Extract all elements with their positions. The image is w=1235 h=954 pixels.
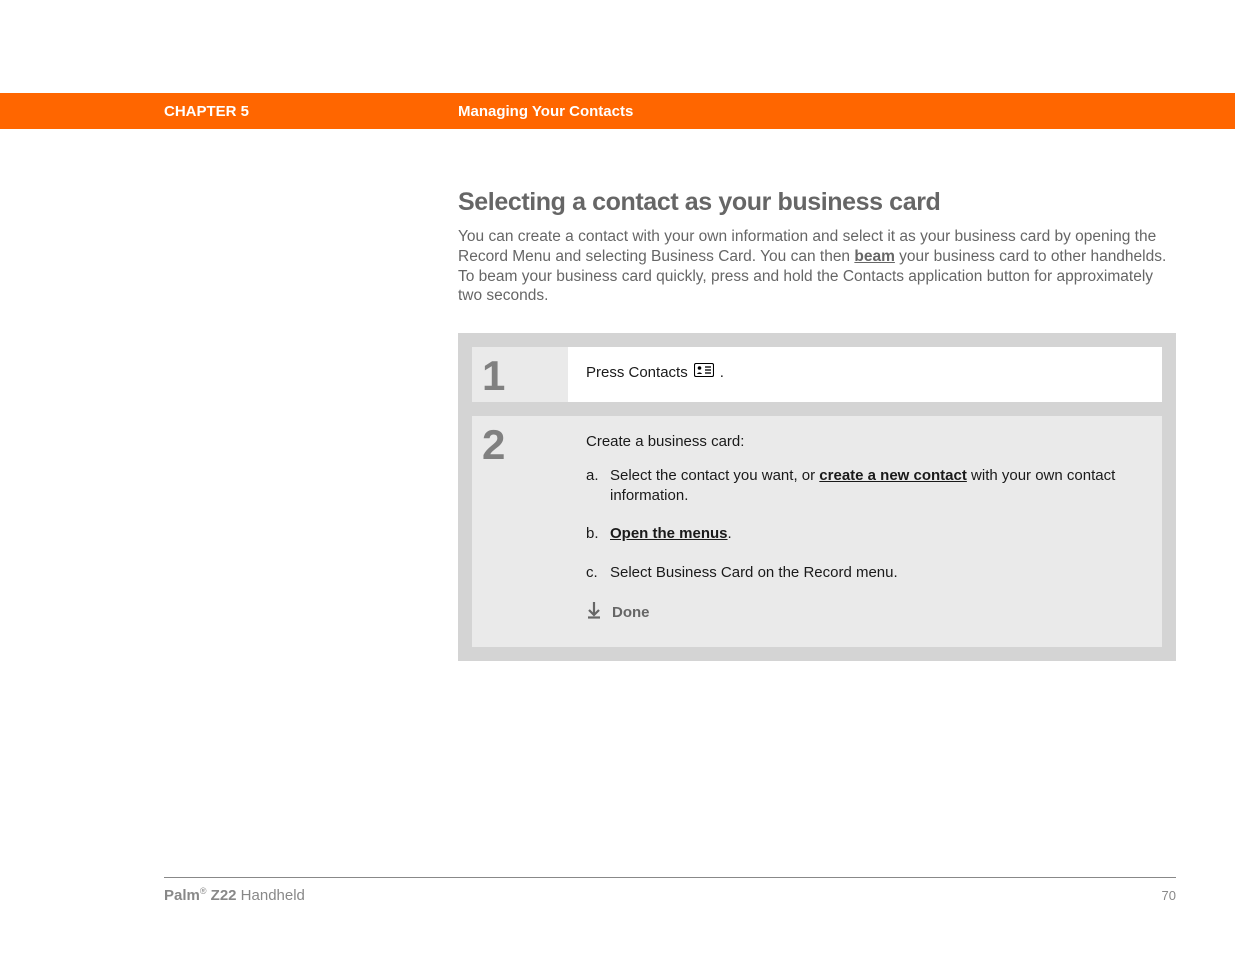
footer-rule (164, 877, 1176, 878)
step-1-number: 1 (482, 355, 568, 397)
step-2-lead: Create a business card: (586, 432, 1144, 452)
page-footer: Palm® Z22 Handheld 70 (164, 886, 1176, 904)
chapter-header-bar: CHAPTER 5 Managing Your Contacts (0, 93, 1235, 129)
done-label: Done (612, 603, 650, 623)
step-2b-after: . (728, 525, 732, 542)
step-2a: a. Select the contact you want, or creat… (586, 466, 1144, 507)
footer-product-name: Handheld (237, 887, 305, 904)
step-1-num-cell: 1 (472, 347, 568, 401)
down-arrow-icon (586, 601, 602, 625)
steps-container: 1 Press Contacts . (458, 333, 1176, 661)
step-1-body: Press Contacts . (568, 347, 1162, 401)
step-2c-letter: c. (586, 563, 610, 583)
step-2b-letter: b. (586, 524, 610, 544)
section-heading: Selecting a contact as your business car… (458, 188, 1176, 217)
intro-paragraph: You can create a contact with your own i… (458, 227, 1176, 306)
step-2b: b. Open the menus. (586, 524, 1144, 544)
footer-model: Z22 (207, 887, 237, 904)
contacts-icon (694, 363, 714, 383)
step-2-body: Create a business card: a. Select the co… (568, 416, 1162, 648)
create-new-contact-link[interactable]: create a new contact (819, 467, 967, 484)
page-number: 70 (1162, 888, 1176, 903)
open-the-menus-link[interactable]: Open the menus (610, 525, 728, 542)
step-1-row: 1 Press Contacts . (472, 347, 1162, 401)
step-1-text-before: Press Contacts (586, 363, 688, 383)
footer-brand: Palm (164, 887, 200, 904)
step-1-text-after: . (720, 363, 724, 383)
chapter-label: CHAPTER 5 (164, 103, 458, 120)
step-2c: c. Select Business Card on the Record me… (586, 563, 1144, 583)
step-2c-text: Select Business Card on the Record menu. (610, 563, 1144, 583)
footer-product: Palm® Z22 Handheld (164, 886, 305, 904)
step-2-number: 2 (482, 424, 568, 466)
registered-mark: ® (200, 886, 207, 896)
step-2a-letter: a. (586, 466, 610, 507)
beam-link[interactable]: beam (854, 248, 895, 265)
step-2-num-cell: 2 (472, 416, 568, 648)
done-row: Done (586, 601, 1144, 625)
chapter-title: Managing Your Contacts (458, 103, 633, 120)
step-2-row: 2 Create a business card: a. Select the … (472, 416, 1162, 648)
step-2a-before: Select the contact you want, or (610, 467, 819, 484)
